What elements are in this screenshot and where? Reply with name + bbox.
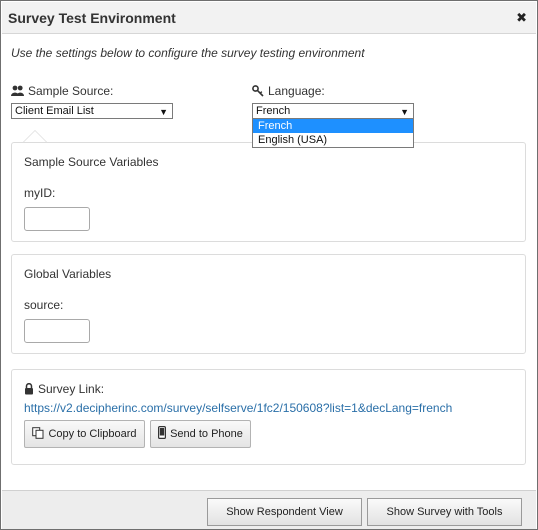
dialog-titlebar: Survey Test Environment ✖	[2, 2, 536, 34]
language-label-row: Language:	[252, 84, 325, 98]
users-icon	[11, 85, 24, 97]
global-variables-panel: Global Variables source:	[11, 254, 526, 354]
survey-test-dialog: Survey Test Environment ✖ Use the settin…	[0, 0, 538, 530]
survey-link-panel: Survey Link: https://v2.decipherinc.com/…	[11, 369, 526, 465]
show-survey-with-tools-button[interactable]: Show Survey with Tools	[367, 498, 522, 526]
sample-source-variables-panel: Sample Source Variables myID:	[11, 142, 526, 242]
sample-source-label-row: Sample Source:	[11, 84, 113, 98]
dropdown-arrow-icon: ▼	[159, 107, 168, 117]
lock-icon	[24, 383, 34, 395]
send-to-phone-button[interactable]: Send to Phone	[150, 420, 251, 448]
dialog-title: Survey Test Environment	[8, 10, 176, 26]
popover-caret	[23, 130, 47, 142]
survey-link-label-row: Survey Link:	[24, 382, 104, 396]
sample-source-value: Client Email List	[15, 105, 94, 117]
language-option-french[interactable]: French	[253, 119, 413, 133]
show-respondent-view-button[interactable]: Show Respondent View	[207, 498, 362, 526]
close-icon[interactable]: ✖	[516, 10, 527, 26]
source-input[interactable]	[24, 319, 90, 343]
panel-heading: Global Variables	[24, 267, 112, 281]
copy-button-label: Copy to Clipboard	[48, 428, 137, 440]
myid-label: myID:	[24, 186, 56, 200]
language-select[interactable]: French ▼	[252, 103, 414, 119]
phone-button-label: Send to Phone	[170, 428, 243, 440]
language-value: French	[256, 105, 291, 117]
phone-icon	[158, 426, 167, 442]
intro-text: Use the settings below to configure the …	[11, 46, 365, 60]
dialog-footer: Show Respondent View Show Survey with To…	[2, 490, 536, 529]
language-dropdown-list: French English (USA)	[252, 118, 414, 148]
language-label: Language:	[268, 84, 325, 98]
clipboard-icon	[32, 426, 44, 442]
dropdown-arrow-icon: ▼	[400, 107, 409, 117]
sample-source-label: Sample Source:	[28, 84, 114, 98]
language-option-english-usa[interactable]: English (USA)	[253, 133, 413, 147]
sample-source-select[interactable]: Client Email List ▼	[11, 103, 173, 119]
panel-heading: Sample Source Variables	[24, 155, 159, 169]
survey-link-label: Survey Link:	[38, 382, 105, 396]
copy-to-clipboard-button[interactable]: Copy to Clipboard	[24, 420, 145, 448]
key-icon	[252, 85, 264, 97]
survey-url-link[interactable]: https://v2.decipherinc.com/survey/selfse…	[24, 401, 452, 415]
source-label: source:	[24, 298, 64, 312]
myid-input[interactable]	[24, 207, 90, 231]
